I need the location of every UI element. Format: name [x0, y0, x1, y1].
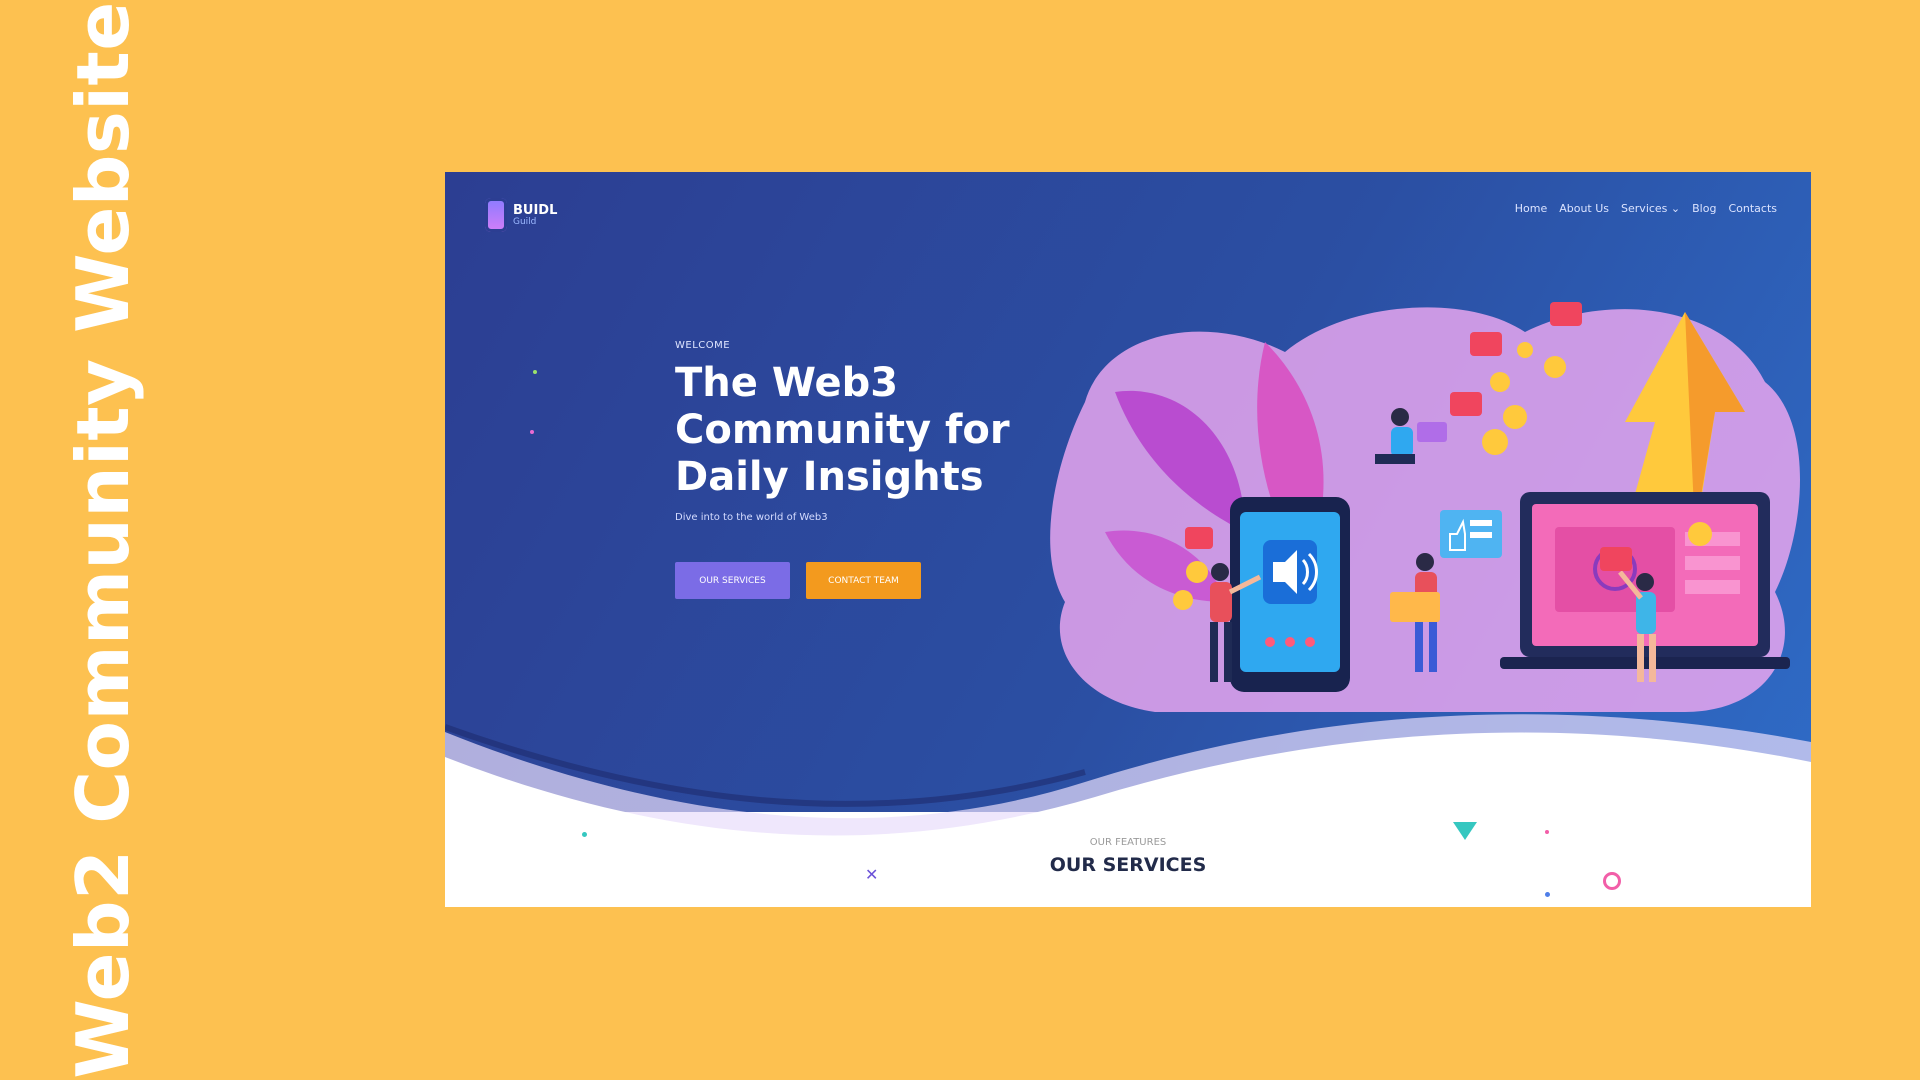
- decor-triangle: [1453, 822, 1477, 840]
- main-nav: Home About Us Services ⌄ Blog Contacts: [1515, 202, 1777, 215]
- hero-subhead: Dive into to the world of Web3: [675, 512, 828, 523]
- nav-contacts[interactable]: Contacts: [1728, 202, 1777, 215]
- nav-home[interactable]: Home: [1515, 202, 1547, 215]
- services-section: OUR FEATURES OUR SERVICES: [445, 837, 1811, 876]
- hero-section: BUIDL Guild Home About Us Services ⌄ Blo…: [445, 172, 1811, 907]
- decor-dot: [1545, 830, 1549, 834]
- site-logo[interactable]: BUIDL Guild: [485, 198, 557, 232]
- nav-services[interactable]: Services ⌄: [1621, 202, 1680, 215]
- nav-blog[interactable]: Blog: [1692, 202, 1716, 215]
- page-side-title: Web2 Community Website: [61, 1, 145, 1079]
- hero-illustration: [1050, 302, 1800, 712]
- nav-about-us[interactable]: About Us: [1559, 202, 1609, 215]
- dollar-coin-icon: [1490, 372, 1510, 392]
- logo-text: BUIDL: [513, 202, 558, 218]
- decor-ring: [1603, 872, 1621, 890]
- sparkle-dot: [533, 370, 537, 374]
- decor-cross: ✕: [865, 865, 879, 884]
- like-bubble-icon: [1470, 332, 1502, 356]
- hero-headline: The Web3 Community for Daily Insights: [675, 360, 1010, 500]
- logo-icon: [485, 198, 507, 232]
- services-kicker: OUR FEATURES: [1089, 837, 1167, 848]
- hero-kicker: WELCOME: [675, 340, 731, 351]
- website-screenshot: BUIDL Guild Home About Us Services ⌄ Blo…: [445, 172, 1811, 907]
- our-services-button[interactable]: OUR SERVICES: [675, 562, 790, 599]
- decor-dot: [582, 832, 587, 837]
- contact-team-button[interactable]: CONTACT TEAM: [806, 562, 921, 599]
- logo-subtext: Guild: [513, 216, 537, 227]
- decor-dot: [1545, 892, 1550, 897]
- sparkle-dot: [530, 430, 534, 434]
